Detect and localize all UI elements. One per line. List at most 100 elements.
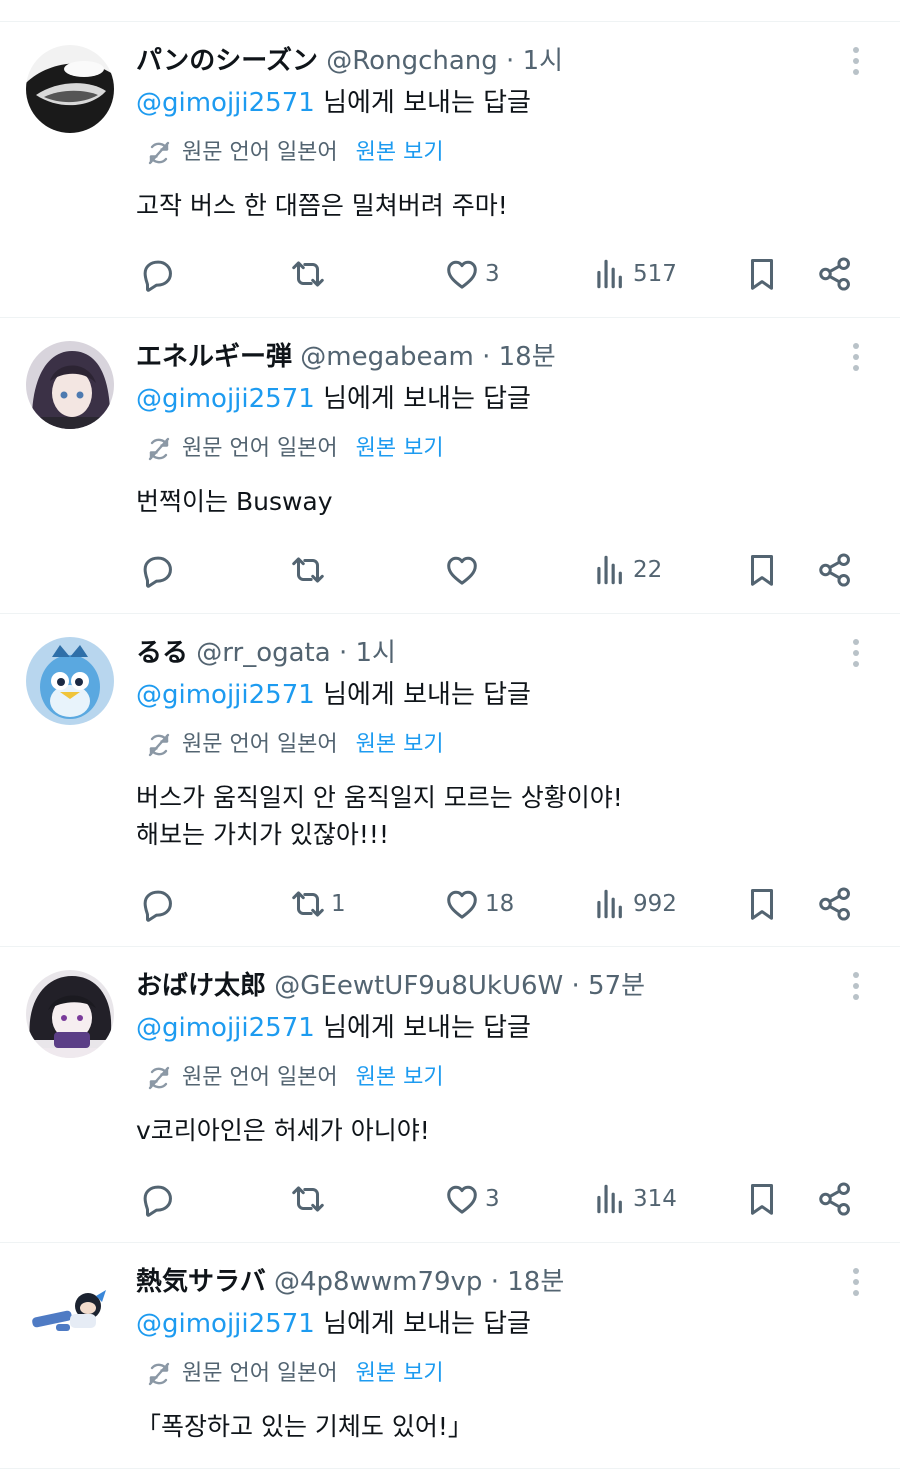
retweet-button[interactable] <box>289 1179 331 1219</box>
tweet-text: 번쩍이는 Busway <box>136 483 870 520</box>
retweet-icon <box>292 261 324 287</box>
share-button[interactable] <box>816 884 854 924</box>
retweet-button[interactable]: 1 <box>289 884 346 924</box>
timestamp[interactable]: 1시 <box>355 638 395 668</box>
like-icon <box>447 556 477 585</box>
tweet[interactable]: るる @rr_ogata · 1시 @gimojji2571 님에게 보내는 답… <box>0 614 900 947</box>
user-handle[interactable]: @4p8wwm79vp <box>274 1267 482 1297</box>
tweet-text-line: 번쩍이는 Busway <box>136 487 333 516</box>
views-button[interactable]: 22 <box>591 550 662 590</box>
reply-button[interactable] <box>138 1179 176 1219</box>
tweet-text-line: v코리아인은 허세가 아니야! <box>136 1116 430 1145</box>
tweet-header: 熱気サラバ @4p8wwm79vp · 18분 <box>136 1263 870 1301</box>
bookmark-button[interactable] <box>743 550 781 590</box>
share-button[interactable] <box>816 1179 854 1219</box>
reply-context: @gimojji2571 님에게 보내는 답글 <box>136 1006 870 1050</box>
retweet-icon <box>292 1186 324 1212</box>
display-name[interactable]: パンのシーズン <box>136 46 318 76</box>
translate-icon <box>148 733 170 757</box>
tweet[interactable]: 熱気サラバ @4p8wwm79vp · 18분 @gimojji2571 님에게… <box>0 1243 900 1469</box>
avatar[interactable] <box>26 637 114 725</box>
views-button[interactable]: 517 <box>591 254 677 294</box>
reply-context-label: 님에게 보내는 답글 <box>323 384 531 414</box>
user-handle[interactable]: @megabeam <box>300 342 474 372</box>
avatar[interactable] <box>26 45 114 133</box>
views-button[interactable]: 992 <box>591 884 677 924</box>
user-handle[interactable]: @Rongchang <box>326 46 497 76</box>
like-button[interactable]: 18 <box>443 884 514 924</box>
reply-context-label: 님에게 보내는 답글 <box>323 1309 531 1339</box>
bookmark-icon <box>750 555 774 586</box>
view-original-link[interactable]: 원본 보기 <box>356 1056 444 1100</box>
display-name[interactable]: おばけ太郎 <box>136 971 266 1001</box>
avatar[interactable] <box>26 970 114 1058</box>
reply-button[interactable] <box>138 254 176 294</box>
reply-mention-link[interactable]: @gimojji2571 <box>136 384 315 414</box>
views-icon <box>597 259 622 289</box>
reply-button[interactable] <box>138 884 176 924</box>
views-button[interactable]: 314 <box>591 1179 677 1219</box>
view-original-link[interactable]: 원본 보기 <box>356 131 444 175</box>
reply-icon <box>143 260 172 292</box>
tweet[interactable]: おばけ太郎 @GEewtUF9u8UkU6W · 57분 @gimojji257… <box>0 947 900 1243</box>
tweet-text: 버스가 움직일지 안 움직일지 모르는 상황이야! 해보는 가치가 있잖아!!! <box>136 779 870 853</box>
reply-mention-link[interactable]: @gimojji2571 <box>136 88 315 118</box>
view-original-link[interactable]: 원본 보기 <box>356 427 444 471</box>
retweet-button[interactable] <box>289 254 331 294</box>
tweet-text: 「폭장하고 있는 기체도 있어!」 <box>136 1408 870 1445</box>
user-handle[interactable]: @rr_ogata <box>196 638 330 668</box>
translation-notice: 원문 언어 일본어 원본 보기 <box>136 427 870 471</box>
like-icon <box>447 890 477 919</box>
tweet-text-line: 「폭장하고 있는 기체도 있어!」 <box>136 1412 473 1441</box>
more-icon[interactable] <box>846 972 866 1004</box>
reply-button[interactable] <box>138 550 176 590</box>
view-original-link[interactable]: 원본 보기 <box>356 1352 444 1396</box>
tweet-text-line: 버스가 움직일지 안 움직일지 모르는 상황이야! <box>136 783 623 812</box>
more-icon[interactable] <box>846 639 866 671</box>
user-handle[interactable]: @GEewtUF9u8UkU6W <box>274 971 563 1001</box>
translate-icon <box>148 1066 170 1090</box>
reply-mention-link[interactable]: @gimojji2571 <box>136 680 315 710</box>
timestamp[interactable]: 57분 <box>588 971 645 1001</box>
timestamp[interactable]: 1시 <box>523 46 563 76</box>
retweet-icon <box>292 557 324 583</box>
avatar[interactable] <box>26 1266 114 1354</box>
display-name[interactable]: エネルギー弾 <box>136 342 292 372</box>
like-icon <box>447 1185 477 1214</box>
bookmark-button[interactable] <box>743 254 781 294</box>
bookmark-button[interactable] <box>743 1179 781 1219</box>
timestamp[interactable]: 18분 <box>507 1267 564 1297</box>
tweet-text: v코리아인은 허세가 아니야! <box>136 1112 870 1149</box>
tweet-text-line: 고작 버스 한 대쯤은 밀쳐버려 주마! <box>136 191 508 220</box>
tweet-header: パンのシーズン @Rongchang · 1시 <box>136 42 870 80</box>
tweet[interactable]: パンのシーズン @Rongchang · 1시 @gimojji2571 님에게… <box>0 22 900 318</box>
translate-icon <box>148 1362 170 1386</box>
tweet[interactable]: エネルギー弾 @megabeam · 18분 @gimojji2571 님에게 … <box>0 318 900 614</box>
bookmark-icon <box>750 1184 774 1215</box>
timestamp[interactable]: 18분 <box>499 342 556 372</box>
like-button[interactable]: 3 <box>443 254 500 294</box>
more-icon[interactable] <box>846 1268 866 1300</box>
retweet-count: 1 <box>331 891 346 917</box>
bookmark-button[interactable] <box>743 884 781 924</box>
separator-dot: · <box>338 638 348 668</box>
share-button[interactable] <box>816 254 854 294</box>
share-button[interactable] <box>816 550 854 590</box>
view-original-link[interactable]: 원본 보기 <box>356 723 444 767</box>
more-icon[interactable] <box>846 343 866 375</box>
avatar[interactable] <box>26 341 114 429</box>
display-name[interactable]: 熱気サラバ <box>136 1267 266 1297</box>
separator-dot: · <box>571 971 580 1001</box>
reply-mention-link[interactable]: @gimojji2571 <box>136 1309 315 1339</box>
retweet-button[interactable] <box>289 550 331 590</box>
share-icon <box>819 887 850 921</box>
translate-icon <box>148 437 170 461</box>
like-button[interactable] <box>443 550 485 590</box>
reply-context: @gimojji2571 님에게 보내는 답글 <box>136 81 870 125</box>
more-icon[interactable] <box>846 47 866 79</box>
reply-mention-link[interactable]: @gimojji2571 <box>136 1013 315 1043</box>
like-button[interactable]: 3 <box>443 1179 500 1219</box>
bookmark-icon <box>750 259 774 290</box>
display-name[interactable]: るる <box>136 638 188 668</box>
translate-icon <box>148 141 170 165</box>
